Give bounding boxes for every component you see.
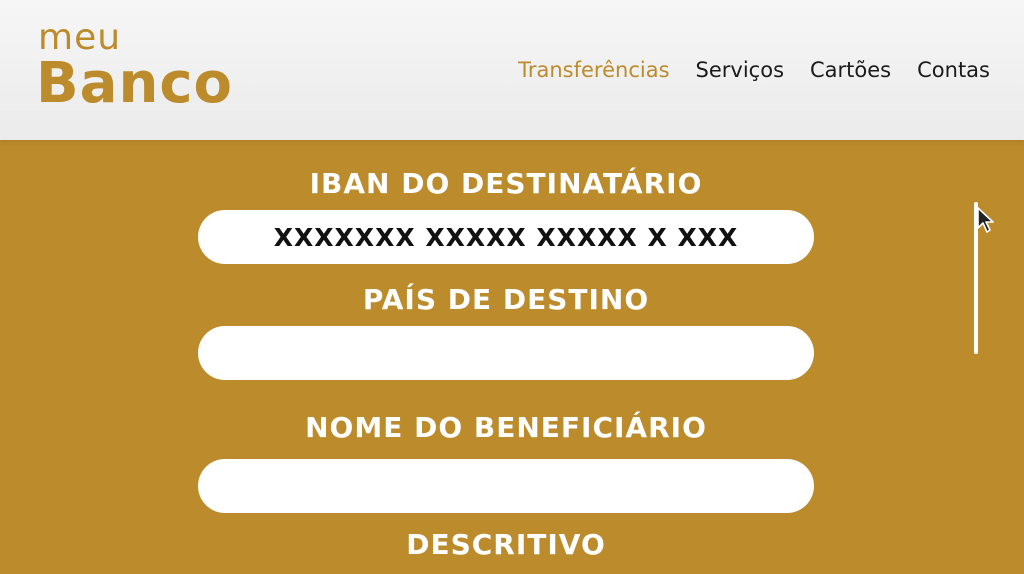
iban-label: IBAN DO DESTINATÁRIO (309, 167, 703, 200)
nav-cartoes[interactable]: Cartões (810, 56, 891, 84)
country-label: PAÍS DE DESTINO (362, 283, 650, 316)
transfer-form: IBAN DO DESTINATÁRIO PAÍS DE DESTINO NOM… (198, 140, 814, 574)
mouse-pointer-icon (977, 207, 994, 233)
page: meu Banco Transferências Serviços Cartõe… (0, 0, 1024, 574)
nav-contas[interactable]: Contas (917, 56, 990, 84)
logo-bottom-text: Banco (36, 51, 234, 116)
nav-transferencias[interactable]: Transferências (518, 56, 669, 84)
nav-servicos[interactable]: Serviços (696, 56, 784, 84)
main-nav: Transferências Serviços Cartões Contas (518, 56, 990, 84)
description-label: DESCRITIVO (406, 528, 606, 561)
header: meu Banco Transferências Serviços Cartõe… (0, 0, 1024, 140)
country-input[interactable] (198, 326, 814, 380)
beneficiary-input[interactable] (198, 459, 814, 513)
iban-input[interactable] (198, 210, 814, 264)
beneficiary-label: NOME DO BENEFICIÁRIO (305, 411, 707, 444)
